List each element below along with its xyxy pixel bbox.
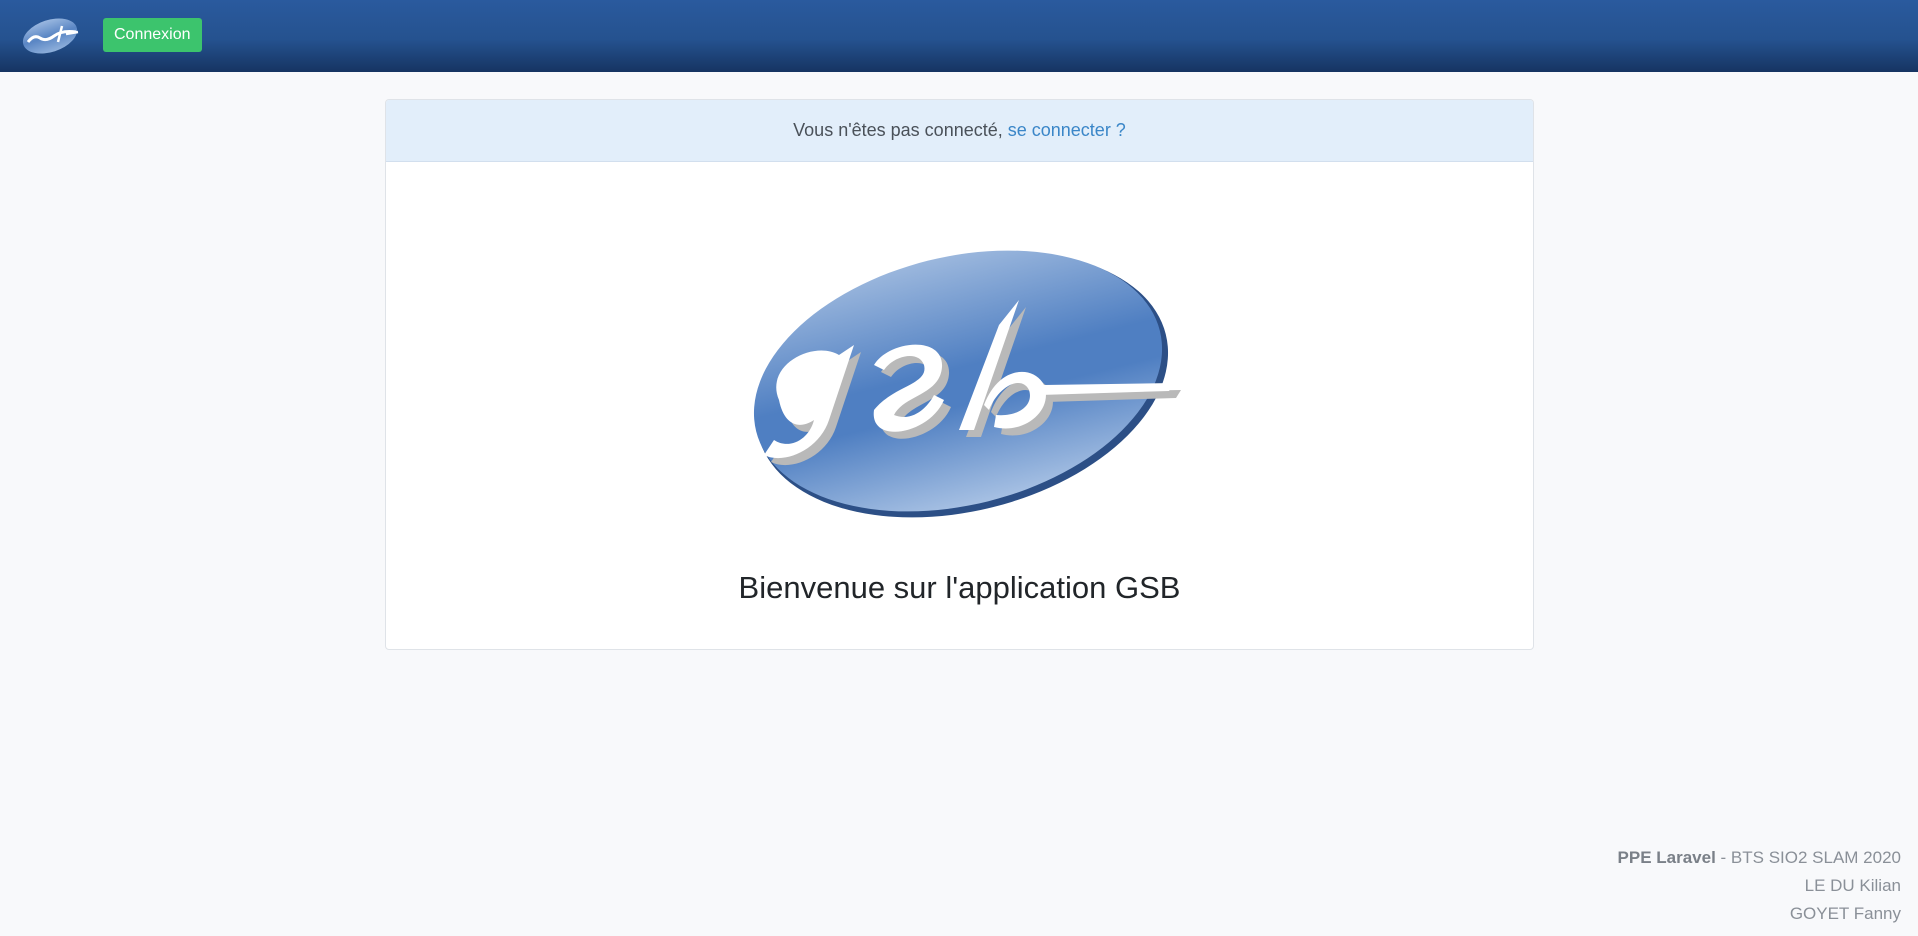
gsb-logo-small[interactable]: [20, 16, 80, 56]
login-link[interactable]: se connecter ?: [1008, 120, 1126, 141]
footer: PPE Laravel - BTS SIO2 SLAM 2020 LE DU K…: [1618, 844, 1901, 928]
welcome-title: Bienvenue sur l'application GSB: [738, 570, 1181, 605]
navbar: Connexion: [0, 0, 1918, 72]
notice-text: Vous n'êtes pas connecté,: [793, 120, 1003, 140]
not-connected-notice: Vous n'êtes pas connecté, se connecter ?: [386, 100, 1533, 162]
footer-author-2: GOYET Fanny: [1789, 904, 1901, 923]
connexion-button[interactable]: Connexion: [103, 18, 202, 52]
home-card: Vous n'êtes pas connecté, se connecter ?: [385, 99, 1534, 650]
footer-author-1: LE DU Kilian: [1804, 876, 1901, 895]
footer-project-suffix: - BTS SIO2 SLAM 2020: [1715, 848, 1901, 867]
footer-project-line: PPE Laravel - BTS SIO2 SLAM 2020: [1618, 844, 1901, 872]
gsb-logo-large: [753, 250, 1181, 518]
footer-project-name: PPE Laravel: [1617, 848, 1716, 867]
